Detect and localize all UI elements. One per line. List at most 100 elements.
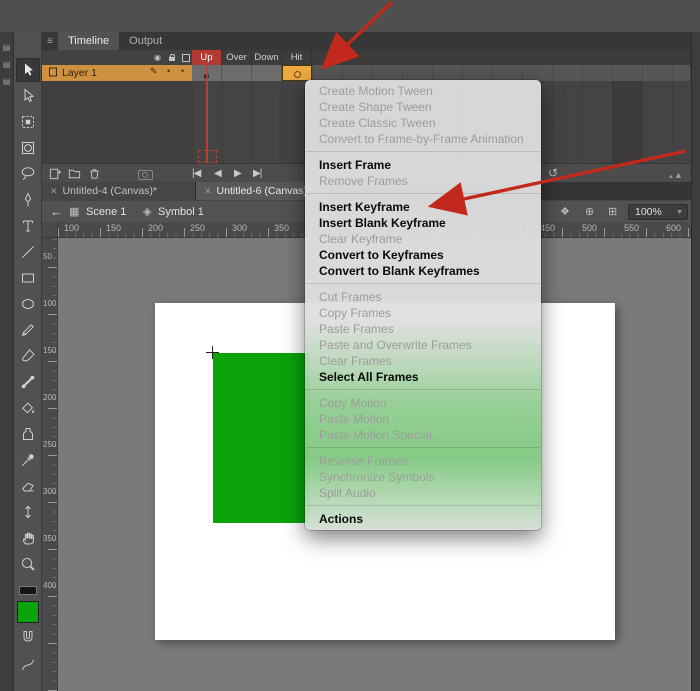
pencil-tool[interactable] [16,318,40,342]
document-tab-untitled-4[interactable]: ✕ Untitled-4 (Canvas)* [42,182,196,200]
zoom-icon [20,556,36,572]
close-icon[interactable]: ✕ [204,186,212,197]
menu-item-paste-and-overwrite-frames: Paste and Overwrite Frames [305,337,541,353]
frame-cell-down[interactable] [252,65,282,81]
new-folder-button[interactable] [67,166,82,182]
grid-icon[interactable]: ⊞ [608,201,617,223]
delete-layer-button[interactable] [87,166,102,182]
docked-panel-icon[interactable]: ▤ [3,61,11,69]
rectangle-icon [20,270,36,286]
free-transform-tool[interactable] [16,110,40,134]
paint-bucket-tool[interactable] [16,396,40,420]
eraser-icon [20,478,36,494]
edit-symbols-icon[interactable]: ❖ [560,201,570,223]
zoom-tool[interactable] [16,552,40,576]
center-frame-icon[interactable]: ⊕ [585,201,594,223]
panel-menu-icon[interactable]: ≡ [42,32,58,50]
new-layer-button[interactable] [48,166,63,182]
first-frame-button[interactable]: |◀ [192,164,200,182]
menu-item-synchronize-symbols: Synchronize Symbols [305,469,541,485]
menu-item-insert-frame[interactable]: Insert Frame [305,157,541,173]
ruler-number: 250 [190,223,205,233]
brush-tool[interactable] [16,344,40,368]
tab-output[interactable]: Output [119,32,172,50]
lasso-tool[interactable] [16,162,40,186]
step-back-button[interactable]: ◀ [214,164,221,182]
gradient-transform-tool[interactable] [16,136,40,160]
eraser-tool[interactable] [16,474,40,498]
document-tab-label: Untitled-6 (Canvas)* [217,185,312,197]
eyedropper-tool[interactable] [16,448,40,472]
breadcrumb-scene[interactable]: Scene 1 [86,201,126,223]
subselection-icon [20,88,36,104]
docked-panel-icon[interactable]: ▤ [3,44,11,52]
crosshair-cursor [206,346,219,359]
menu-item-create-motion-tween: Create Motion Tween [305,83,541,99]
ruler-number: 300 [43,487,56,496]
selection-tool[interactable] [16,58,40,82]
brush-icon [20,348,36,364]
text-tool[interactable] [16,214,40,238]
back-arrow-icon[interactable]: ← [50,201,63,223]
frame-header-hit[interactable]: Hit [282,50,312,65]
menu-item-insert-keyframe[interactable]: Insert Keyframe [305,199,541,215]
frame-header-up[interactable]: Up [192,50,222,65]
ruler-number: 550 [624,223,639,233]
fill-color-swatch[interactable] [17,601,39,623]
frame-cell-over[interactable] [222,65,252,81]
layer-lock-dot[interactable]: • [181,66,184,76]
width-tool[interactable] [16,500,40,524]
magnet-icon [20,629,36,650]
menu-item-convert-to-keyframes[interactable]: Convert to Keyframes [305,247,541,263]
zoom-level-select[interactable]: 100% ▼ [628,204,688,220]
smooth-curve-icon [20,657,36,678]
stroke-color-swatch[interactable] [19,586,37,595]
subselection-tool[interactable] [16,84,40,108]
loop-playback-icon[interactable]: ↺ [548,164,558,182]
layer-name[interactable]: Layer 1 [62,67,97,79]
tab-timeline[interactable]: Timeline [58,32,119,50]
frame-cell-hit-selected[interactable] [282,65,312,81]
visibility-eye-icon[interactable]: ◉ [154,53,161,62]
layer-row-label[interactable]: Layer 1 ✎ • • [42,65,192,81]
breadcrumb-symbol[interactable]: Symbol 1 [158,201,204,223]
frame-header-over[interactable]: Over [222,50,252,65]
ink-bottle-tool[interactable] [16,422,40,446]
play-button[interactable]: ▶ [234,164,241,182]
snap-magnet-option[interactable] [16,627,40,651]
frame-header-down[interactable]: Down [252,50,282,65]
menu-item-select-all-frames[interactable]: Select All Frames [305,369,541,385]
oval-tool[interactable] [16,292,40,316]
menu-separator [305,443,541,453]
menu-item-cut-frames: Cut Frames [305,289,541,305]
chevron-down-icon: ▼ [676,209,687,216]
menu-item-convert-to-blank-keyframes[interactable]: Convert to Blank Keyframes [305,263,541,279]
pen-icon [20,192,36,208]
application-top-bar [0,0,700,33]
bone-tool[interactable] [16,370,40,394]
ruler-number: 150 [43,346,56,355]
smooth-option[interactable] [16,655,40,679]
drawn-green-rectangle[interactable] [213,353,310,523]
step-forward-button[interactable]: ▶| [253,164,261,182]
frame-view-icon[interactable]: ▲▲ [668,164,683,182]
free-transform-icon [20,114,36,130]
pen-tool[interactable] [16,188,40,212]
menu-item-actions[interactable]: Actions [305,511,541,527]
layer-type-icon [48,64,58,82]
line-tool[interactable] [16,240,40,264]
menu-item-insert-blank-keyframe[interactable]: Insert Blank Keyframe [305,215,541,231]
layer-visibility-dot[interactable]: • [167,66,170,76]
docked-panel-icon[interactable]: ▤ [3,78,11,86]
eyedropper-icon [20,452,36,468]
camera-icon[interactable] [138,170,153,180]
ink-bottle-icon [20,426,36,442]
lock-icon[interactable] [169,57,175,61]
hand-tool[interactable] [16,526,40,550]
document-tab-label: Untitled-4 (Canvas)* [63,185,158,197]
timeline-panel-tabs: ≡ Timeline Output [42,32,691,50]
close-icon[interactable]: ✕ [50,186,58,197]
outline-icon[interactable] [182,54,190,62]
rectangle-tool[interactable] [16,266,40,290]
playhead-line[interactable] [206,65,208,163]
